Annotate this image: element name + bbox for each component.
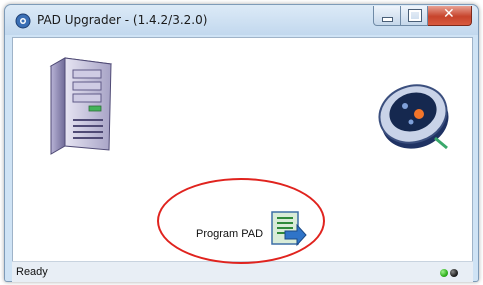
status-indicator-black bbox=[450, 269, 458, 277]
status-bar: Ready bbox=[12, 261, 473, 282]
maximize-button[interactable] bbox=[401, 6, 428, 26]
close-icon: ✕ bbox=[443, 6, 455, 22]
aed-device-icon bbox=[375, 78, 455, 156]
minimize-button[interactable] bbox=[373, 6, 401, 26]
close-button[interactable]: ✕ bbox=[428, 6, 472, 26]
program-pad-button[interactable] bbox=[269, 211, 307, 247]
window-title: PAD Upgrader - (1.4.2/3.2.0) bbox=[37, 13, 208, 27]
status-text: Ready bbox=[16, 266, 48, 278]
program-arrow-icon bbox=[269, 211, 307, 247]
app-icon[interactable] bbox=[15, 13, 31, 29]
caption-buttons: ✕ bbox=[373, 6, 472, 26]
minimize-icon bbox=[382, 17, 393, 22]
title-bar[interactable]: PAD Upgrader - (1.4.2/3.2.0) ✕ bbox=[5, 5, 478, 35]
program-pad-label: Program PAD bbox=[196, 228, 264, 240]
status-indicator-green bbox=[440, 269, 448, 277]
server-icon bbox=[43, 56, 113, 156]
maximize-icon bbox=[408, 9, 422, 22]
app-window: PAD Upgrader - (1.4.2/3.2.0) ✕ Program P… bbox=[4, 4, 479, 282]
client-area: Program PAD bbox=[12, 37, 473, 262]
